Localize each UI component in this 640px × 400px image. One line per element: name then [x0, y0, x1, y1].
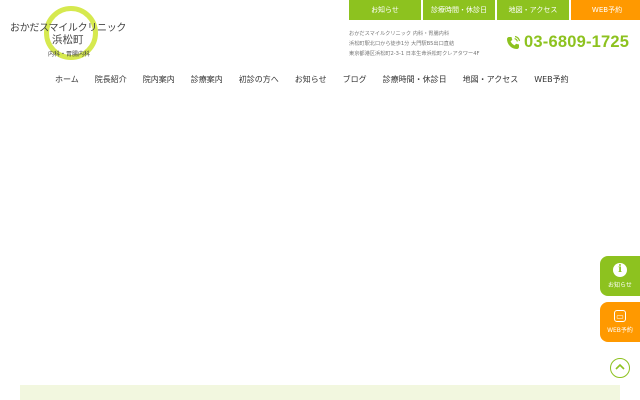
side-news-button[interactable]: i お知らせ [600, 256, 640, 296]
info-line-name: おかだスマイルクリニック 内科・胃腸内科 [349, 31, 450, 37]
side-web-reservation-button[interactable]: ▭ WEB予約 [600, 302, 640, 342]
top-tab-web-reservation[interactable]: WEB予約 [571, 0, 640, 20]
top-tab-news[interactable]: お知らせ [349, 0, 421, 20]
logo-area-name: 浜松町 [52, 34, 84, 46]
nav-blog[interactable]: ブログ [343, 73, 367, 87]
nav-access[interactable]: 地図・アクセス [463, 73, 519, 87]
nav-first-visit[interactable]: 初診の方へ [239, 73, 279, 87]
top-tabs: お知らせ 診療時間・休診日 地図・アクセス WEB予約 [349, 0, 640, 20]
monitor-icon: ▭ [614, 310, 626, 322]
nav-services[interactable]: 診療案内 [191, 73, 223, 87]
phone-number: 03-6809-1725 [524, 33, 630, 51]
main-nav: ホーム 院長紹介 院内案内 診療案内 初診の方へ お知らせ ブログ 診療時間・休… [55, 73, 569, 87]
phone-icon [505, 35, 521, 51]
page-top-button[interactable] [610, 358, 630, 378]
info-icon: i [613, 263, 627, 277]
top-tab-access[interactable]: 地図・アクセス [497, 0, 569, 20]
top-tab-hours[interactable]: 診療時間・休診日 [423, 0, 495, 20]
phone-link[interactable]: 03-6809-1725 [505, 33, 629, 52]
chevron-up-icon [615, 363, 625, 374]
nav-director[interactable]: 院長紹介 [95, 73, 127, 87]
content-section-background [20, 385, 620, 400]
info-line-address: 東京都港区浜松町2-3-1 日本生命浜松町クレアタワー4F [349, 51, 480, 57]
clinic-logo[interactable]: おかだスマイルクリニック 浜松町 内科・胃腸内科 [8, 6, 132, 60]
clinic-info: おかだスマイルクリニック 内科・胃腸内科 浜松町駅北口から徒歩1分 大門駅B5出… [349, 29, 480, 59]
info-line-station: 浜松町駅北口から徒歩1分 大門駅B5出口直結 [349, 41, 455, 47]
nav-web-reservation[interactable]: WEB予約 [534, 73, 568, 87]
side-web-label: WEB予約 [607, 327, 633, 334]
nav-hours[interactable]: 診療時間・休診日 [383, 73, 447, 87]
side-news-label: お知らせ [608, 282, 632, 289]
nav-home[interactable]: ホーム [55, 73, 79, 87]
nav-news[interactable]: お知らせ [295, 73, 327, 87]
logo-subtitle: 内科・胃腸内科 [48, 51, 91, 58]
nav-clinic-tour[interactable]: 院内案内 [143, 73, 175, 87]
